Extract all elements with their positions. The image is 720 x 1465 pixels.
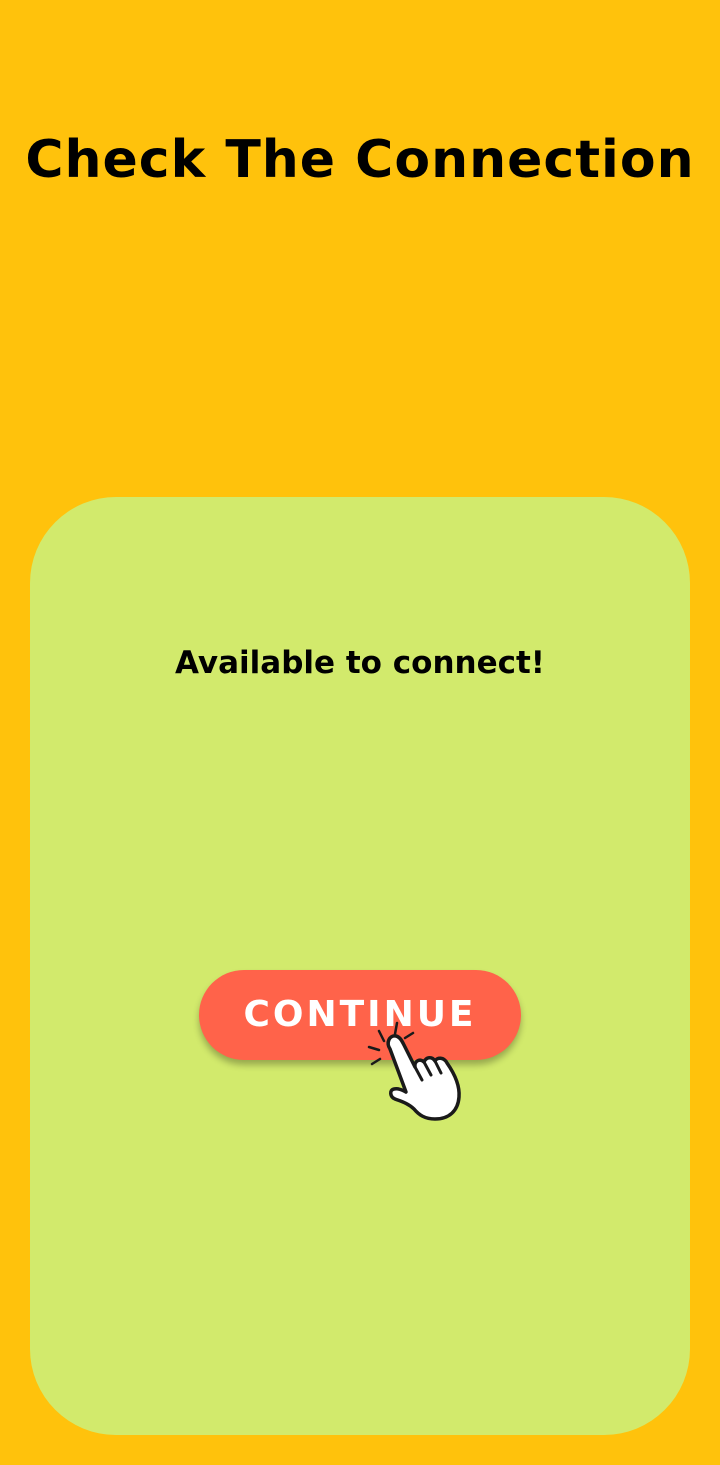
connection-status-text: Available to connect! [175, 645, 545, 681]
page-title: Check The Connection [25, 130, 695, 190]
continue-button[interactable]: CONTINUE [199, 970, 521, 1060]
connection-card: Available to connect! CONTINUE [30, 497, 690, 1435]
